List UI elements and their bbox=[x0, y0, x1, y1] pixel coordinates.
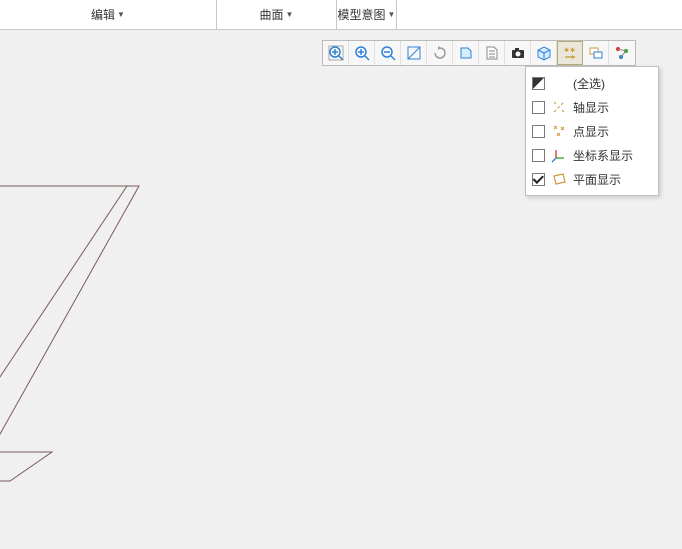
chevron-down-icon: ▼ bbox=[388, 11, 396, 19]
menu-bar: 编辑 ▼ 曲面 ▼ 模型意图 ▼ bbox=[0, 0, 682, 30]
zoom-out-button[interactable] bbox=[375, 41, 401, 65]
dropdown-label: 平面显示 bbox=[573, 171, 652, 188]
checkbox-icon bbox=[532, 149, 545, 162]
dropdown-item-csys[interactable]: 坐标系显示 bbox=[530, 143, 654, 167]
svg-text:✱: ✱ bbox=[564, 47, 569, 54]
tabbar-filler bbox=[397, 0, 682, 29]
dropdown-item-plane[interactable]: 平面显示 bbox=[530, 167, 654, 191]
chevron-down-icon: ▼ bbox=[286, 11, 294, 19]
dropdown-item-select-all[interactable]: (全选) bbox=[530, 71, 654, 95]
cube-icon bbox=[536, 45, 552, 61]
tri-state-checkbox-icon bbox=[532, 77, 545, 90]
zoom-extents-button[interactable] bbox=[323, 41, 349, 65]
refit-button[interactable] bbox=[401, 41, 427, 65]
checkbox-icon bbox=[532, 101, 545, 114]
blank-icon bbox=[551, 75, 567, 91]
datum-display-button[interactable]: ✱ ✱ bbox=[557, 41, 583, 65]
tab-model-intent[interactable]: 模型意图 ▼ bbox=[337, 0, 397, 29]
zoom-extents-icon bbox=[328, 45, 344, 61]
spin-button[interactable] bbox=[427, 41, 453, 65]
camera-icon bbox=[510, 45, 526, 61]
datum-display-dropdown: (全选) 轴显示 点显示 bbox=[525, 66, 659, 196]
view-manager-button[interactable] bbox=[531, 41, 557, 65]
axis-icon bbox=[551, 99, 567, 115]
snapshot-button[interactable] bbox=[505, 41, 531, 65]
layers-icon bbox=[588, 45, 604, 61]
dropdown-item-axis[interactable]: 轴显示 bbox=[530, 95, 654, 119]
zoom-out-icon bbox=[380, 45, 396, 61]
notes-button[interactable] bbox=[479, 41, 505, 65]
csys-icon bbox=[551, 147, 567, 163]
tab-edit[interactable]: 编辑 ▼ bbox=[0, 0, 217, 29]
datum-display-icon: ✱ ✱ bbox=[562, 45, 578, 61]
dropdown-label: 轴显示 bbox=[573, 99, 652, 116]
plane-icon bbox=[551, 171, 567, 187]
dropdown-label: (全选) bbox=[573, 75, 652, 92]
layers-button[interactable] bbox=[583, 41, 609, 65]
sheet-icon bbox=[458, 45, 474, 61]
dropdown-label: 点显示 bbox=[573, 123, 652, 140]
checkbox-checked-icon bbox=[532, 173, 545, 186]
dropdown-item-point[interactable]: 点显示 bbox=[530, 119, 654, 143]
point-icon bbox=[551, 123, 567, 139]
tab-surface[interactable]: 曲面 ▼ bbox=[217, 0, 337, 29]
dropdown-label: 坐标系显示 bbox=[573, 147, 652, 164]
tab-edit-label: 编辑 bbox=[91, 6, 115, 23]
notes-icon bbox=[484, 45, 500, 61]
svg-text:✱: ✱ bbox=[570, 47, 575, 54]
tab-surface-label: 曲面 bbox=[260, 6, 284, 23]
spin-icon bbox=[432, 45, 448, 61]
tab-model-intent-label: 模型意图 bbox=[338, 6, 386, 23]
refit-icon bbox=[406, 45, 422, 61]
zoom-in-button[interactable] bbox=[349, 41, 375, 65]
graph-button[interactable] bbox=[609, 41, 635, 65]
sheet-button[interactable] bbox=[453, 41, 479, 65]
chevron-down-icon: ▼ bbox=[117, 11, 125, 19]
graph-icon bbox=[614, 45, 630, 61]
checkbox-icon bbox=[532, 125, 545, 138]
zoom-in-icon bbox=[354, 45, 370, 61]
view-toolbar: ✱ ✱ bbox=[322, 40, 636, 66]
